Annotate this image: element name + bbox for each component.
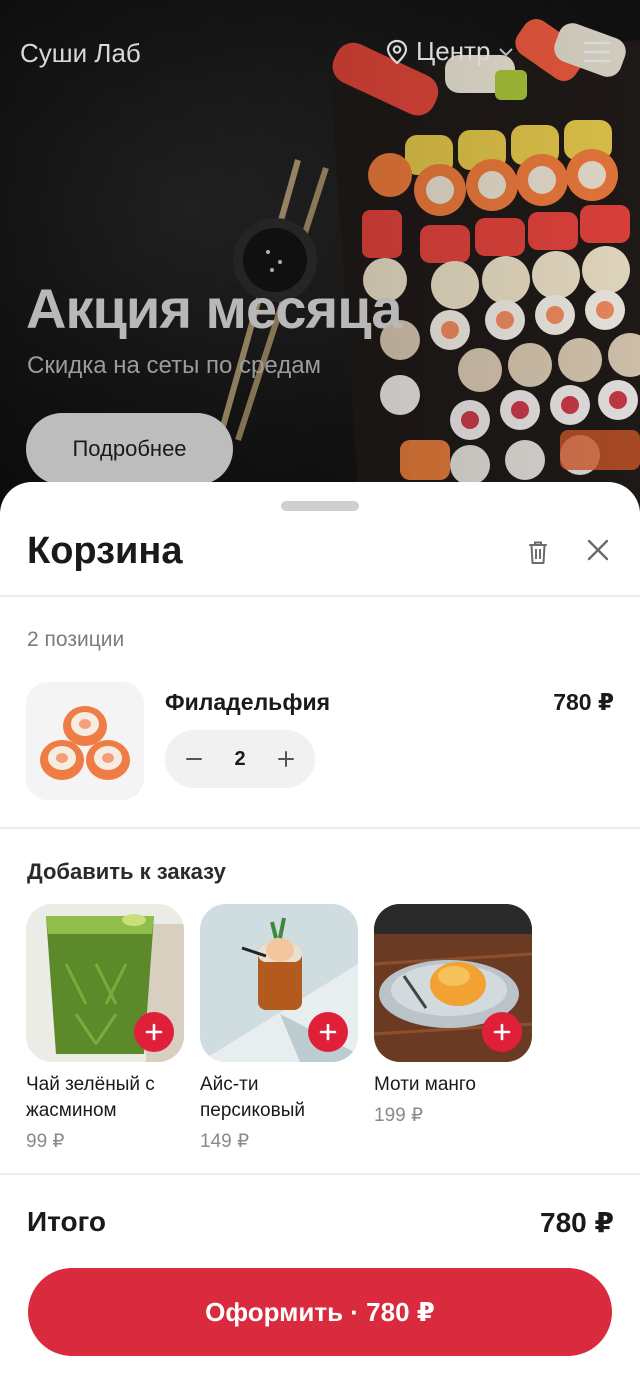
checkout-button[interactable]: Оформить · 780 ₽ <box>28 1268 612 1356</box>
add-button[interactable] <box>482 1012 522 1052</box>
addon-price: 149 ₽ <box>200 1131 250 1152</box>
iced-tea-image <box>200 904 358 1062</box>
minus-icon <box>186 758 202 760</box>
plus-icon <box>493 1023 511 1041</box>
addon-name: Моти манго <box>374 1074 476 1095</box>
addon-price: 99 ₽ <box>26 1131 65 1152</box>
increase-button[interactable] <box>271 744 301 774</box>
close-icon[interactable] <box>582 534 614 566</box>
sushi-rolls-image <box>26 682 144 800</box>
banner-more-button[interactable]: Подробнее <box>26 413 233 485</box>
addons-title: Добавить к заказу <box>27 859 226 884</box>
plus-icon <box>145 1023 163 1041</box>
banner-title: Акция месяца <box>26 277 402 340</box>
addon-card[interactable]: Айс-ти персиковый 149 ₽ <box>200 904 358 1153</box>
cart-item-name: Филадельфия <box>165 689 330 715</box>
divider <box>0 827 640 829</box>
add-button[interactable] <box>134 1012 174 1052</box>
addon-card[interactable]: Моти манго 199 ₽ <box>374 904 532 1127</box>
divider <box>0 1173 640 1175</box>
location-selector[interactable]: Центр <box>386 36 514 67</box>
decrease-button[interactable] <box>179 744 209 774</box>
map-pin-icon <box>386 39 408 64</box>
total-label: Итого <box>27 1206 106 1237</box>
brand-logo[interactable]: Суши Лаб <box>20 38 141 69</box>
top-bar: Суши Лаб Центр <box>0 0 640 108</box>
sheet-drag-handle[interactable] <box>281 501 359 511</box>
promo-banner: Суши Лаб Центр Акция месяца Скидка на се… <box>0 0 640 520</box>
location-label: Центр <box>416 36 491 66</box>
quantity-value: 2 <box>234 747 246 770</box>
add-button[interactable] <box>308 1012 348 1052</box>
quantity-stepper: 2 <box>165 730 315 788</box>
divider <box>0 595 640 597</box>
mochi-image <box>374 904 532 1062</box>
banner-subtitle: Скидка на сеты по средам <box>27 352 322 379</box>
addon-card[interactable]: Чай зелёный с жасмином 99 ₽ <box>26 904 184 1153</box>
cart-item-price: 780 ₽ <box>553 689 614 715</box>
cart-title: Корзина <box>27 530 183 572</box>
cart-sheet: Корзина 2 позиции Филадельфия 780 ₽ 2 До… <box>0 482 640 1385</box>
green-tea-image <box>26 904 184 1062</box>
addon-name: Чай зелёный с жасмином <box>26 1074 155 1121</box>
hamburger-icon[interactable] <box>582 38 612 66</box>
plus-icon <box>278 751 294 767</box>
total-value: 780 ₽ <box>540 1207 614 1238</box>
plus-icon <box>319 1023 337 1041</box>
chevron-down-icon <box>499 47 514 56</box>
addon-name: Айс-ти персиковый <box>200 1074 305 1121</box>
addon-price: 199 ₽ <box>374 1105 424 1126</box>
trash-icon[interactable] <box>522 536 554 568</box>
cart-item-count: 2 позиции <box>27 628 125 651</box>
